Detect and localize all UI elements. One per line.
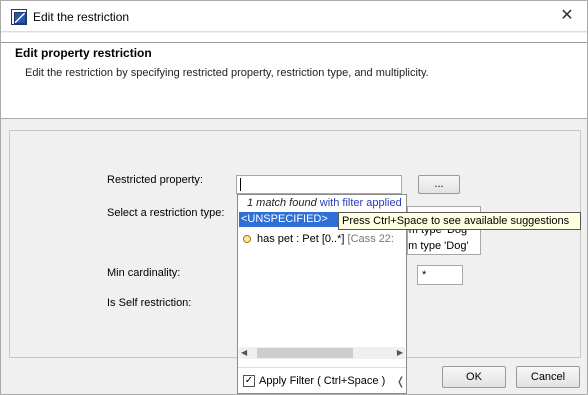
- close-icon[interactable]: ✕: [557, 6, 577, 26]
- restricted-property-label: Restricted property:: [107, 174, 203, 186]
- suggestion-item-meta: [Cass 22:: [347, 233, 394, 245]
- app-icon: [11, 9, 27, 25]
- header-description: Edit the restriction by specifying restr…: [25, 67, 429, 79]
- title-bar: Edit the restriction ✕: [1, 1, 587, 32]
- match-count-text: 1 match found: [247, 197, 317, 209]
- suggestion-tooltip: Press Ctrl+Space to see available sugges…: [338, 212, 581, 230]
- scrollbar-thumb[interactable]: [257, 348, 353, 358]
- horizontal-scrollbar[interactable]: ◀ ▶: [239, 347, 405, 359]
- scroll-right-icon[interactable]: ▶: [397, 348, 403, 357]
- header-divider: [1, 42, 587, 43]
- property-icon: [243, 235, 251, 243]
- match-status: 1 match found with filter applied: [238, 195, 406, 212]
- dialog-window: Edit the restriction ✕ Edit property res…: [0, 0, 588, 395]
- window-title: Edit the restriction: [33, 10, 130, 24]
- ok-button[interactable]: OK: [442, 366, 506, 388]
- cancel-button[interactable]: Cancel: [516, 366, 580, 388]
- suggestion-item-label: has pet : Pet [0..*]: [257, 233, 345, 245]
- popup-footer: ✓ Apply Filter ( Ctrl+Space ) ❬: [238, 367, 406, 393]
- text-caret: [240, 178, 241, 191]
- resize-grip-icon[interactable]: ❬: [396, 375, 405, 388]
- header-title: Edit property restriction: [15, 46, 152, 60]
- min-cardinality-input[interactable]: *: [417, 265, 463, 285]
- scroll-left-icon[interactable]: ◀: [241, 348, 247, 357]
- apply-filter-label[interactable]: Apply Filter ( Ctrl+Space ): [259, 375, 385, 387]
- restriction-type-option[interactable]: om type 'Dog': [408, 240, 469, 252]
- restricted-property-input[interactable]: [236, 175, 402, 194]
- suggestion-item[interactable]: has pet : Pet [0..*] [Cass 22:: [243, 232, 405, 248]
- restriction-type-label: Select a restriction type:: [107, 207, 225, 219]
- min-cardinality-label: Min cardinality:: [107, 267, 181, 279]
- self-restriction-label: Is Self restriction:: [107, 297, 192, 309]
- filter-applied-text: with filter applied: [319, 197, 402, 209]
- browse-property-button[interactable]: ...: [418, 175, 460, 194]
- dialog-header: Edit property restriction Edit the restr…: [1, 33, 587, 119]
- apply-filter-checkbox[interactable]: ✓: [243, 375, 255, 387]
- suggestion-item-unspecified[interactable]: <UNSPECIFIED>: [239, 212, 342, 227]
